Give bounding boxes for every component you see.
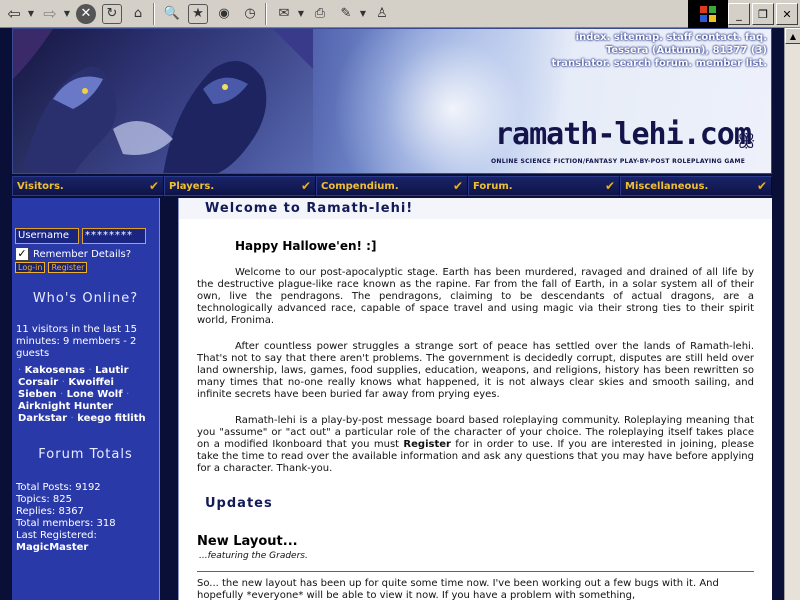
staff-contact-link[interactable]: staff contact.: [666, 32, 741, 43]
online-member-list: · Kakosenas · Lautir Corsair · Kwoiffei …: [18, 365, 146, 424]
member-link[interactable]: Corsair: [18, 377, 58, 388]
dragon-sigil-icon: ꕥ: [737, 129, 756, 153]
nav-forum[interactable]: Forum. ✔: [468, 176, 620, 196]
register-link[interactable]: Register: [403, 439, 451, 450]
messenger-icon[interactable]: ♙: [370, 2, 394, 26]
maximize-button[interactable]: ❐: [752, 3, 774, 25]
last-registered-member[interactable]: MagicMaster: [16, 542, 88, 553]
dragon-artwork: [13, 29, 313, 173]
total-members: Total members: 318: [16, 518, 116, 529]
home-icon[interactable]: ⌂: [126, 2, 150, 26]
remember-label: Remember Details?: [33, 248, 132, 260]
password-field[interactable]: ********: [82, 228, 146, 244]
forward-arrow-icon[interactable]: ⇨: [38, 2, 62, 26]
member-link[interactable]: Airknight Hunter: [18, 401, 113, 412]
favorites-icon[interactable]: ★: [186, 2, 210, 26]
sidebar: Username ******** ✓ Remember Details? Lo…: [12, 198, 160, 600]
remember-checkbox[interactable]: ✓: [15, 247, 29, 261]
divider: [197, 571, 754, 572]
edit-dropdown-icon[interactable]: ▼: [358, 9, 368, 18]
nav-visitors[interactable]: Visitors. ✔: [12, 176, 164, 196]
main-nav: Visitors. ✔ Players. ✔ Compendium. ✔ For…: [12, 176, 772, 196]
vertical-scrollbar[interactable]: ▲: [784, 28, 800, 600]
banner-glow: [333, 29, 573, 173]
back-arrow-icon[interactable]: ⇦: [2, 2, 26, 26]
topics-count: Topics: 825: [16, 494, 72, 505]
username-field[interactable]: Username: [15, 228, 79, 244]
visitor-count: 11 visitors in the last 15 minutes: 9 me…: [16, 324, 137, 359]
member-link[interactable]: Kwoiffei: [68, 377, 114, 388]
nav-players[interactable]: Players. ✔: [164, 176, 316, 196]
history-icon[interactable]: ◷: [238, 2, 262, 26]
date-display: Tessera (Autumn), 81377 (3): [605, 45, 767, 56]
post-body: So... the new layout has been up for qui…: [197, 578, 719, 600]
mail-icon[interactable]: ✉: [272, 2, 296, 26]
intro-paragraph-1: Welcome to our post-apocalyptic stage. E…: [197, 267, 754, 326]
nav-label: Miscellaneous.: [625, 180, 709, 192]
forum-totals-heading: Forum Totals: [38, 447, 133, 462]
member-list-link[interactable]: member list.: [696, 58, 767, 69]
checkmark-icon: ✔: [452, 179, 463, 193]
forward-dropdown-icon[interactable]: ▼: [62, 9, 72, 18]
main-content: Welcome to Ramath-lehi! Happy Hallowe'en…: [178, 198, 772, 600]
minimize-button[interactable]: _: [728, 3, 750, 25]
replies-count: Replies: 8367: [16, 506, 84, 517]
search-forum-link[interactable]: search forum.: [614, 58, 692, 69]
site-logo[interactable]: ramath-lehi.com: [495, 117, 752, 152]
checkmark-icon: ✔: [148, 179, 159, 193]
site-tagline: ONLINE SCIENCE FICTION/FANTASY PLAY-BY-P…: [491, 158, 746, 165]
refresh-icon[interactable]: ↻: [100, 2, 124, 26]
scroll-up-icon[interactable]: ▲: [785, 28, 800, 44]
member-link[interactable]: Darkstar: [18, 413, 67, 424]
login-form: Username ******** ✓ Remember Details? Lo…: [12, 228, 159, 273]
windows-logo-icon: [688, 0, 728, 28]
checkmark-icon: ✔: [300, 179, 311, 193]
edit-icon[interactable]: ✎: [334, 2, 358, 26]
total-posts: Total Posts: 9192: [16, 482, 101, 493]
nav-miscellaneous[interactable]: Miscellaneous. ✔: [620, 176, 772, 196]
media-icon[interactable]: ◉: [212, 2, 236, 26]
post-subtitle: ...featuring the Graders.: [199, 551, 308, 561]
index-link[interactable]: index.: [576, 32, 611, 43]
print-icon[interactable]: ⎙: [308, 2, 332, 26]
halloween-greeting: Happy Hallowe'en! :]: [235, 239, 377, 253]
member-link[interactable]: Lone Wolf: [67, 389, 123, 400]
member-link[interactable]: Sieben: [18, 389, 56, 400]
intro-paragraph-2: After countless power struggles a strang…: [197, 341, 754, 400]
toolbar-separator: [153, 2, 155, 25]
mail-dropdown-icon[interactable]: ▼: [296, 9, 306, 18]
stop-icon[interactable]: ✕: [74, 2, 98, 26]
nav-compendium[interactable]: Compendium. ✔: [316, 176, 468, 196]
banner-links: index. sitemap. staff contact. faq. Tess…: [552, 31, 767, 70]
faq-link[interactable]: faq.: [745, 32, 767, 43]
search-icon[interactable]: 🔍: [160, 2, 184, 26]
back-dropdown-icon[interactable]: ▼: [26, 9, 36, 18]
whos-online-heading: Who's Online?: [32, 291, 139, 306]
nav-label: Players.: [169, 180, 215, 192]
last-registered-label: Last Registered:: [16, 530, 97, 541]
nav-label: Visitors.: [17, 180, 64, 192]
forum-stats: Total Posts: 9192 Topics: 825 Replies: 8…: [12, 482, 159, 554]
toolbar-separator: [265, 2, 267, 25]
intro-paragraph-3: Ramath-lehi is a play-by-post message bo…: [197, 415, 754, 474]
sitemap-link[interactable]: sitemap.: [614, 32, 663, 43]
member-link[interactable]: Lautir: [95, 365, 128, 376]
welcome-heading: Welcome to Ramath-lehi!: [179, 198, 772, 219]
site-banner: index. sitemap. staff contact. faq. Tess…: [12, 28, 772, 174]
browser-toolbar: ⇦ ▼ ⇨ ▼ ✕ ↻ ⌂ 🔍 ★ ◉ ◷ ✉ ▼ ⎙ ✎ ▼ ♙ _ ❐ ✕: [0, 0, 800, 28]
post-title: New Layout...: [197, 534, 298, 549]
web-page: index. sitemap. staff contact. faq. Tess…: [0, 28, 784, 600]
close-button[interactable]: ✕: [776, 3, 798, 25]
register-button[interactable]: Register: [48, 262, 88, 273]
checkmark-icon: ✔: [756, 179, 767, 193]
nav-label: Forum.: [473, 180, 513, 192]
translator-link[interactable]: translator.: [552, 58, 611, 69]
checkmark-icon: ✔: [604, 179, 615, 193]
member-link[interactable]: keego fitlith: [77, 413, 145, 424]
login-button[interactable]: Log-in: [15, 262, 46, 273]
member-link[interactable]: Kakosenas: [25, 365, 85, 376]
updates-heading: Updates: [205, 496, 273, 511]
nav-label: Compendium.: [321, 180, 399, 192]
